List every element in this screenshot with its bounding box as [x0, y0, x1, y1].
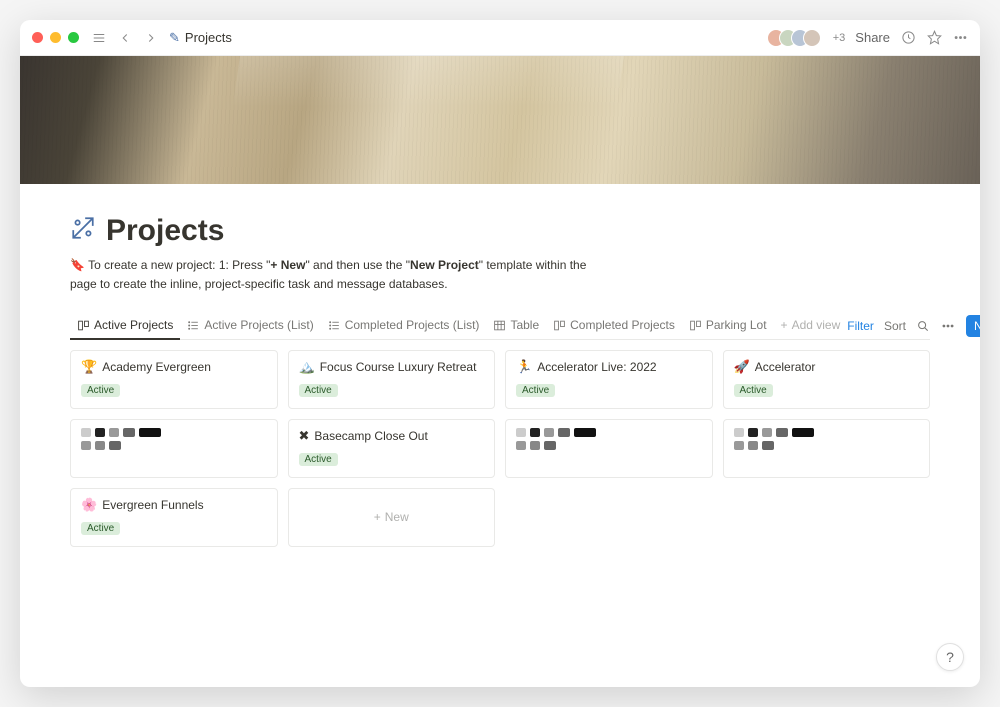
forward-button[interactable]	[143, 30, 159, 46]
card-title: Evergreen Funnels	[102, 498, 203, 512]
view-tab[interactable]: Parking Lot	[682, 312, 774, 340]
back-button[interactable]	[117, 30, 133, 46]
gallery-card[interactable]: 🌸 Evergreen Funnels Active	[70, 488, 278, 547]
view-tab-label: Completed Projects (List)	[345, 318, 480, 332]
redacted-content	[516, 428, 702, 450]
gallery-card[interactable]: ✖ Basecamp Close Out Active	[288, 419, 496, 478]
card-emoji: 🌸	[81, 497, 97, 513]
view-tab-label: Table	[510, 318, 539, 332]
sort-button[interactable]: Sort	[884, 319, 906, 333]
view-tab-label: Parking Lot	[706, 318, 767, 332]
list-icon	[328, 319, 341, 332]
avatar-overflow-count[interactable]: +3	[833, 32, 846, 44]
view-tab[interactable]: Active Projects (List)	[180, 312, 320, 340]
view-tab[interactable]: Table	[486, 312, 546, 340]
page-icon[interactable]	[70, 215, 96, 248]
view-tab-label: Active Projects	[94, 318, 173, 332]
gallery-card[interactable]	[505, 419, 713, 478]
page-description[interactable]: 🔖 To create a new project: 1: Press "+ N…	[70, 256, 610, 294]
gallery-view: 🏆 Academy Evergreen Active 🏔️ Focus Course L…	[70, 350, 930, 547]
more-options-icon[interactable]	[941, 318, 956, 333]
minimize-window-button[interactable]	[50, 32, 61, 43]
view-tab[interactable]: Completed Projects	[546, 312, 682, 340]
filter-button[interactable]: Filter	[847, 319, 874, 333]
plus-icon: +	[781, 318, 788, 332]
page-content: Projects 🔖 To create a new project: 1: P…	[20, 184, 980, 687]
app-window: ✎ Projects +3 Share Projects	[20, 20, 980, 687]
titlebar: ✎ Projects +3 Share	[20, 20, 980, 56]
status-badge: Active	[734, 384, 773, 397]
gallery-card[interactable]: 🏆 Academy Evergreen Active	[70, 350, 278, 409]
status-badge: Active	[81, 384, 120, 397]
database-views-bar: Active Projects Active Projects (List) Com…	[70, 312, 930, 340]
breadcrumb-label: Projects	[185, 30, 232, 45]
new-card-label: New	[385, 510, 409, 524]
board-icon	[553, 319, 566, 332]
status-badge: Active	[516, 384, 555, 397]
gallery-card[interactable]: 🚀 Accelerator Active	[723, 350, 931, 409]
close-window-button[interactable]	[32, 32, 43, 43]
cover-image[interactable]	[20, 56, 980, 184]
new-button-label: New	[974, 319, 980, 333]
avatar	[803, 29, 821, 47]
gallery-card[interactable]	[723, 419, 931, 478]
gallery-card[interactable]: 🏔️ Focus Course Luxury Retreat Active	[288, 350, 496, 409]
gallery-card[interactable]	[70, 419, 278, 478]
status-badge: Active	[299, 453, 338, 466]
view-tab-label: Active Projects (List)	[204, 318, 313, 332]
view-tab[interactable]: Completed Projects (List)	[321, 312, 487, 340]
window-controls	[32, 32, 79, 43]
collaborator-avatars[interactable]	[767, 29, 821, 47]
card-title: Focus Course Luxury Retreat	[320, 360, 477, 374]
callout-icon: 🔖	[70, 258, 85, 272]
sidebar-toggle-icon[interactable]	[91, 30, 107, 46]
card-title: Accelerator Live: 2022	[537, 360, 656, 374]
status-badge: Active	[81, 522, 120, 535]
list-icon	[187, 319, 200, 332]
share-button[interactable]: Share	[855, 30, 890, 45]
page-icon-small: ✎	[169, 30, 180, 46]
card-title: Academy Evergreen	[102, 360, 211, 374]
view-tab-label: Completed Projects	[570, 318, 675, 332]
gallery-card[interactable]: 🏃 Accelerator Live: 2022 Active	[505, 350, 713, 409]
card-title: Basecamp Close Out	[314, 429, 427, 443]
plus-icon: +	[374, 510, 381, 524]
status-badge: Active	[299, 384, 338, 397]
add-view-button[interactable]: + Add view	[774, 312, 848, 340]
new-card-button[interactable]: + New	[288, 488, 496, 547]
add-view-label: Add view	[792, 318, 841, 332]
board-icon	[77, 319, 90, 332]
card-emoji: 🚀	[734, 359, 750, 375]
maximize-window-button[interactable]	[68, 32, 79, 43]
breadcrumb[interactable]: ✎ Projects	[169, 30, 232, 46]
new-button[interactable]: New	[966, 315, 980, 337]
redacted-content	[734, 428, 920, 450]
favorite-icon[interactable]	[926, 30, 942, 46]
search-icon[interactable]	[916, 318, 931, 333]
board-icon	[689, 319, 702, 332]
card-emoji: 🏃	[516, 359, 532, 375]
card-emoji: 🏆	[81, 359, 97, 375]
redacted-content	[81, 428, 267, 450]
card-emoji: 🏔️	[299, 359, 315, 375]
view-tab[interactable]: Active Projects	[70, 312, 180, 340]
more-icon[interactable]	[952, 30, 968, 46]
card-emoji: ✖	[299, 428, 310, 444]
card-title: Accelerator	[755, 360, 816, 374]
updates-icon[interactable]	[900, 30, 916, 46]
page-title[interactable]: Projects	[106, 214, 224, 248]
table-icon	[493, 319, 506, 332]
